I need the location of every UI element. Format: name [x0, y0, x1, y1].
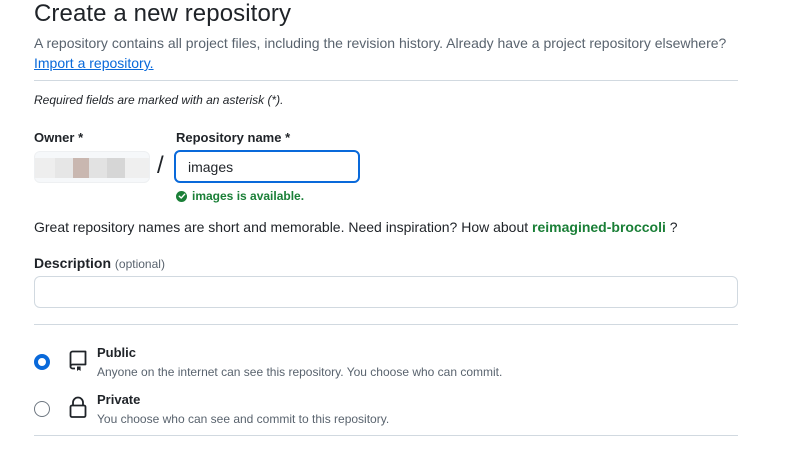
visibility-public-title: Public [97, 345, 137, 360]
repo-name-label: Repository name * [176, 130, 290, 145]
page-title: Create a new repository [34, 0, 292, 27]
owner-name-blur-4 [107, 158, 125, 178]
visibility-divider [34, 435, 738, 436]
visibility-private-radio[interactable] [34, 401, 50, 417]
owner-name-blur-2 [73, 158, 89, 178]
description-optional-hint: (optional) [114, 257, 165, 271]
owner-label: Owner * [34, 130, 83, 145]
owner-avatar-blur [35, 158, 55, 178]
visibility-public-description: Anyone on the internet can see this repo… [97, 365, 503, 379]
owner-name-blur [55, 158, 73, 178]
import-repository-link[interactable]: Import a repository. [34, 55, 154, 71]
owner-name-blur-5 [125, 158, 149, 178]
owner-select[interactable] [34, 151, 150, 183]
page-subtitle: A repository contains all project files,… [34, 35, 727, 51]
inspiration-end: ? [669, 219, 678, 235]
description-label: Description (optional) [34, 255, 165, 271]
repo-icon [66, 348, 90, 372]
name-inspiration: Great repository names are short and mem… [34, 219, 678, 235]
visibility-private-title: Private [97, 392, 141, 407]
repository-name-input[interactable] [174, 150, 360, 183]
description-divider [34, 324, 738, 325]
required-fields-note: Required fields are marked with an aster… [34, 93, 284, 107]
description-input[interactable] [34, 276, 738, 308]
inspiration-text: Great repository names are short and mem… [34, 219, 529, 235]
repo-name-required-marker: * [285, 130, 291, 145]
header-divider [34, 80, 738, 81]
availability-message: images is available. [176, 189, 304, 203]
owner-name-blur-3 [89, 158, 107, 178]
availability-text: images is available. [192, 189, 305, 203]
owner-repo-separator: / [157, 152, 164, 179]
check-circle-icon [176, 190, 187, 202]
repo-name-label-text: Repository name [176, 130, 282, 145]
lock-icon [66, 395, 90, 419]
suggested-name-button[interactable]: reimagined-broccoli [532, 219, 666, 235]
visibility-private-description: You choose who can see and commit to thi… [97, 412, 390, 426]
description-label-text: Description [34, 255, 112, 271]
visibility-public-radio[interactable] [34, 354, 50, 370]
owner-required-marker: * [78, 130, 84, 145]
owner-label-text: Owner [34, 130, 75, 145]
